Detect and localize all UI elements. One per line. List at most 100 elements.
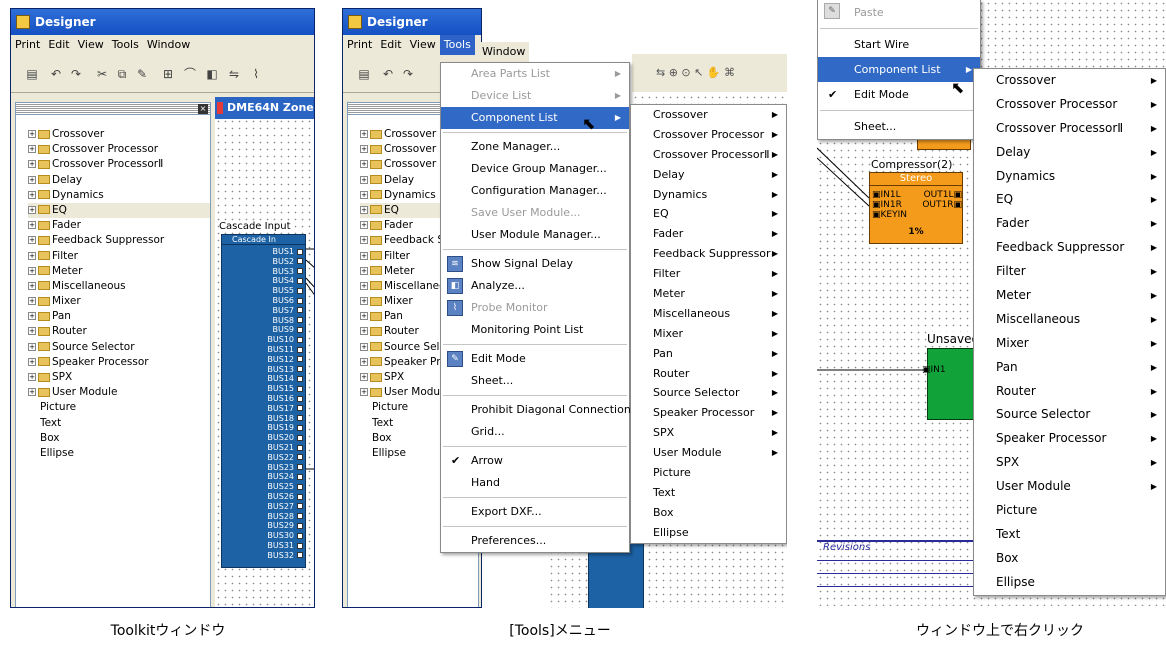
menu-window[interactable]: Window <box>143 35 194 55</box>
undo-icon[interactable]: ↶ <box>49 67 63 81</box>
submenu-item-text[interactable]: Text <box>631 483 786 503</box>
submenu-item-fader[interactable]: Fader ▶ <box>631 224 786 244</box>
submenu-item-dynamics[interactable]: Dynamics ▶ <box>974 165 1165 189</box>
undo-icon[interactable]: ↶ <box>381 67 395 81</box>
paste-icon[interactable]: ✎ <box>135 67 149 81</box>
tree-item-ellipse[interactable]: Ellipse <box>28 446 210 461</box>
expand-icon[interactable]: + <box>28 357 36 366</box>
tree-item-pan[interactable]: + Pan <box>28 309 210 324</box>
submenu-item-router[interactable]: Router ▶ <box>974 380 1165 404</box>
menu-print[interactable]: Print <box>11 35 44 55</box>
expand-icon[interactable]: + <box>28 205 36 214</box>
submenu-item-crossover[interactable]: Crossover ▶ <box>974 69 1165 93</box>
submenu-item-feedback-suppressor[interactable]: Feedback Suppressor ▶ <box>974 236 1165 260</box>
expand-icon[interactable]: + <box>28 236 36 245</box>
submenu-item-dynamics[interactable]: Dynamics ▶ <box>631 185 786 205</box>
submenu-item-spx[interactable]: SPX ▶ <box>974 451 1165 475</box>
tree-item-delay[interactable]: + Delay <box>28 173 210 188</box>
submenu-item-meter[interactable]: Meter ▶ <box>631 284 786 304</box>
expand-icon[interactable]: + <box>360 190 368 199</box>
tree-item-user-module[interactable]: + User Module <box>28 385 210 400</box>
expand-icon[interactable]: + <box>360 312 368 321</box>
menu-tools[interactable]: Tools <box>108 35 143 55</box>
submenu-item-picture[interactable]: Picture <box>631 463 786 483</box>
menu-item-sheet[interactable]: Sheet... <box>441 370 629 392</box>
submenu-item-user-module[interactable]: User Module ▶ <box>631 443 786 463</box>
menu-item-arrow[interactable]: ✔ Arrow <box>441 450 629 472</box>
submenu-item-router[interactable]: Router ▶ <box>631 364 786 384</box>
tree-item-crossover[interactable]: + Crossover <box>28 127 210 142</box>
expand-icon[interactable]: + <box>28 388 36 397</box>
submenu-item-source-selector[interactable]: Source Selector ▶ <box>974 403 1165 427</box>
submenu-item-ellipse[interactable]: Ellipse <box>974 571 1165 595</box>
pin-in1r[interactable]: ▣IN1R <box>872 201 902 210</box>
tree-item-picture[interactable]: Picture <box>28 400 210 415</box>
copy-icon[interactable]: ⧉ <box>115 67 129 81</box>
menu-item-component-list[interactable]: Component List ▶ <box>441 107 629 129</box>
expand-icon[interactable]: + <box>360 327 368 336</box>
expand-icon[interactable]: + <box>360 236 368 245</box>
expand-icon[interactable]: + <box>360 175 368 184</box>
design-sheet[interactable]: DME64N Zone Cascade Input Cascade In BUS… <box>215 97 314 607</box>
submenu-item-speaker-processor[interactable]: Speaker Processor ▶ <box>631 403 786 423</box>
submenu-item-picture[interactable]: Picture <box>974 499 1165 523</box>
submenu-item-crossover[interactable]: Crossover ▶ <box>631 105 786 125</box>
menu-item-save-user-module[interactable]: Save User Module... <box>441 202 629 224</box>
expand-icon[interactable]: + <box>360 160 368 169</box>
expand-icon[interactable]: + <box>360 266 368 275</box>
tree-item-filter[interactable]: + Filter <box>28 249 210 264</box>
expand-icon[interactable]: + <box>28 130 36 138</box>
menu-item-preferences[interactable]: Preferences... <box>441 530 629 552</box>
expand-icon[interactable]: + <box>28 327 36 336</box>
submenu-item-box[interactable]: Box <box>974 547 1165 571</box>
expand-icon[interactable]: + <box>28 281 36 290</box>
submenu-item-crossover-processor[interactable]: Crossover Processor ▶ <box>631 125 786 145</box>
pin-in1[interactable]: ▣IN1 <box>922 365 946 375</box>
analyze-icon[interactable]: ◧ <box>205 67 219 81</box>
submenu-item-meter[interactable]: Meter ▶ <box>974 284 1165 308</box>
pin-keyin[interactable]: ▣KEYIN <box>872 211 907 220</box>
menu-item-monitoring-point-list[interactable]: Monitoring Point List <box>441 319 629 341</box>
submenu-item-feedback-suppressor[interactable]: Feedback Suppressor ▶ <box>631 244 786 264</box>
expand-icon[interactable]: + <box>28 266 36 275</box>
pin-in1l[interactable]: ▣IN1L <box>872 191 901 200</box>
menu-print[interactable]: Print <box>343 35 376 55</box>
submenu-item-miscellaneous[interactable]: Miscellaneous ▶ <box>974 308 1165 332</box>
menu-item-configuration-manager[interactable]: Configuration Manager... <box>441 180 629 202</box>
delay-icon[interactable]: ⇋ <box>227 67 241 81</box>
tree-item-source-selector[interactable]: + Source Selector <box>28 340 210 355</box>
menu-item-device-list[interactable]: Device List ▶ <box>441 85 629 107</box>
print-icon[interactable]: ▤ <box>25 67 39 81</box>
tree-item-meter[interactable]: + Meter <box>28 264 210 279</box>
expand-icon[interactable]: + <box>28 251 36 260</box>
submenu-item-box[interactable]: Box <box>631 503 786 523</box>
submenu-item-mixer[interactable]: Mixer ▶ <box>631 324 786 344</box>
submenu-item-pan[interactable]: Pan ▶ <box>974 356 1165 380</box>
expand-icon[interactable]: + <box>360 357 368 366</box>
context-item-paste[interactable]: ✎ Paste <box>818 0 980 25</box>
tree-item-text[interactable]: Text <box>28 416 210 431</box>
tree-item-crossover-processor[interactable]: + Crossover ProcessorⅡ <box>28 157 210 172</box>
expand-icon[interactable]: + <box>28 342 36 351</box>
tree-item-dynamics[interactable]: + Dynamics <box>28 188 210 203</box>
expand-icon[interactable]: + <box>28 373 36 381</box>
submenu-item-miscellaneous[interactable]: Miscellaneous ▶ <box>631 304 786 324</box>
menu-item-edit-mode[interactable]: ✎ Edit Mode <box>441 348 629 370</box>
component-icon[interactable]: ⊞ <box>161 67 175 81</box>
pin-out1r[interactable]: OUT1R▣ <box>922 201 962 210</box>
expand-icon[interactable]: + <box>28 312 36 321</box>
submenu-item-filter[interactable]: Filter ▶ <box>631 264 786 284</box>
cut-icon[interactable]: ✂ <box>95 67 109 81</box>
menu-window-label[interactable]: Window <box>478 42 530 62</box>
menu-item-probe-monitor[interactable]: ⌇ Probe Monitor <box>441 297 629 319</box>
toolkit-title-bar[interactable]: × <box>16 103 210 115</box>
menu-item-area-parts-list[interactable]: Area Parts List ▶ <box>441 63 629 85</box>
menu-item-device-group-manager[interactable]: Device Group Manager... <box>441 158 629 180</box>
tree-item-fader[interactable]: + Fader <box>28 218 210 233</box>
menu-item-zone-manager[interactable]: Zone Manager... <box>441 136 629 158</box>
menu-tools[interactable]: Tools <box>439 35 475 55</box>
expand-icon[interactable]: + <box>360 388 368 397</box>
submenu-item-pan[interactable]: Pan ▶ <box>631 344 786 364</box>
expand-icon[interactable]: + <box>28 175 36 184</box>
submenu-item-eq[interactable]: EQ ▶ <box>974 188 1165 212</box>
